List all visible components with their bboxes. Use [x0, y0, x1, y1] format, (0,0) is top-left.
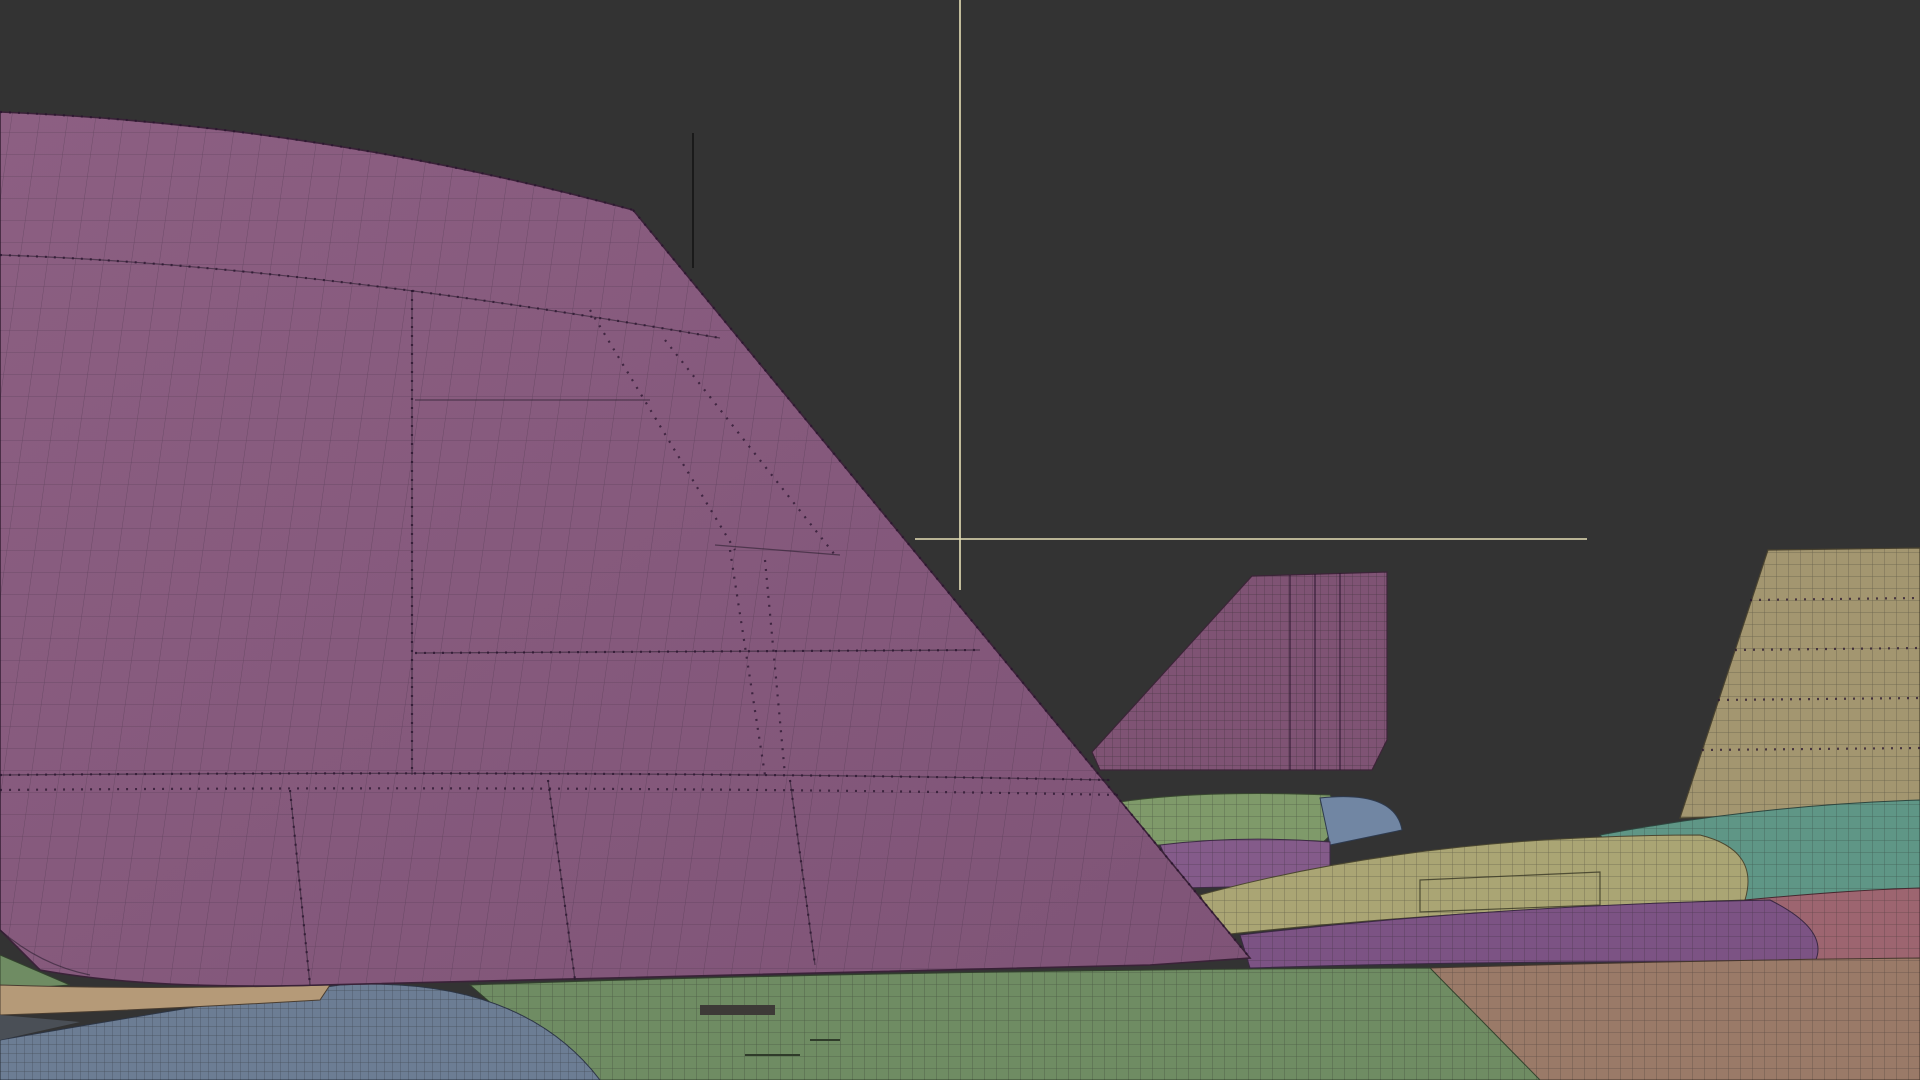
- 3d-viewport[interactable]: [0, 0, 1920, 1080]
- far-stabilizer: [1091, 571, 1388, 771]
- viewport-scene: [0, 0, 1920, 1080]
- near-stabilizer: [0, 110, 1252, 987]
- right-stabilizer: [1679, 547, 1920, 819]
